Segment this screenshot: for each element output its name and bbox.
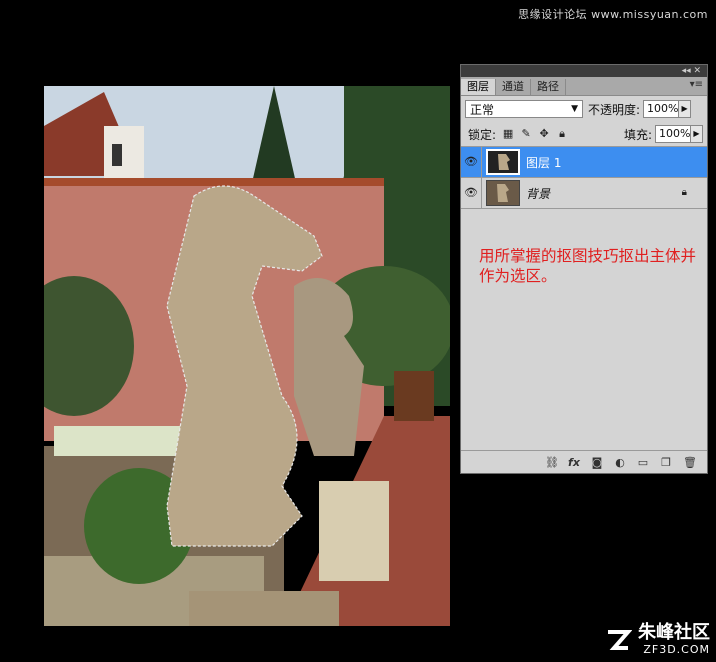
opacity-input[interactable]: 100% (643, 100, 680, 118)
layer-thumbnail (486, 149, 520, 175)
layer-row-background[interactable]: 👁︎ 背景 🔒︎ (461, 178, 707, 209)
brush-icon[interactable]: ✎ (520, 128, 532, 140)
tab-paths[interactable]: 路径 (531, 79, 566, 95)
layer-name[interactable]: 图层 1 (526, 154, 561, 171)
layer-name[interactable]: 背景 (526, 185, 550, 202)
photo-illustration (44, 86, 450, 626)
folder-icon[interactable]: ▭ (637, 456, 649, 469)
layer-thumbnail (486, 180, 520, 206)
watermark-en: ZF3D.COM (643, 643, 710, 656)
watermark-cn: 朱峰社区 (638, 622, 710, 643)
lock-label: 锁定: (468, 127, 497, 142)
fill-input[interactable]: 100% (655, 125, 691, 143)
canvas-photo[interactable] (44, 86, 450, 626)
link-icon[interactable]: ⛓ (545, 456, 559, 469)
layers-panel[interactable]: ◂◂ ✕ 图层 通道 路径 ▾≡ 正常 ▼ 不透明度: 100% ▶ 锁定: ▦… (460, 64, 708, 474)
fx-icon[interactable]: fx (568, 456, 580, 469)
new-layer-icon[interactable]: ❐ (660, 456, 672, 469)
panel-titlebar[interactable]: ◂◂ ✕ (461, 65, 707, 77)
panel-bottom-toolbar: ⛓ fx ◙ ◐ ▭ ❐ 🗑︎ (461, 450, 707, 473)
layer-row-1[interactable]: 👁︎ 图层 1 (461, 147, 707, 178)
zf3d-logo-icon (608, 629, 632, 650)
trash-icon[interactable]: 🗑︎ (683, 456, 697, 469)
collapse-icon[interactable]: ◂◂ ✕ (682, 66, 701, 76)
lock-fill-row: 锁定: ▦ ✎ ✥ 🔒︎ 填充: 100% ▶ (461, 122, 707, 147)
opacity-slider-toggle[interactable]: ▶ (679, 100, 692, 118)
watermark-bottom: 朱峰社区 ZF3D.COM (604, 623, 710, 656)
eye-icon[interactable]: 👁︎ (461, 178, 482, 208)
adjustment-icon[interactable]: ◐ (614, 456, 626, 469)
panel-tabbar: 图层 通道 路径 ▾≡ (461, 77, 707, 96)
blend-mode-select[interactable]: 正常 ▼ (465, 100, 583, 118)
tab-layers[interactable]: 图层 (461, 79, 496, 95)
instruction-text: 用所掌握的抠图技巧抠出主体并作为选区。 (479, 247, 697, 285)
lock-icon[interactable]: 🔒︎ (556, 128, 568, 140)
blend-opacity-row: 正常 ▼ 不透明度: 100% ▶ (461, 96, 707, 122)
opacity-label: 不透明度: (588, 102, 641, 117)
lock-transparent-icon[interactable]: ▦ (502, 128, 514, 140)
fill-label: 填充: (623, 127, 652, 142)
chevron-down-icon: ▼ (571, 104, 578, 114)
move-icon[interactable]: ✥ (538, 128, 550, 140)
mask-icon[interactable]: ◙ (591, 456, 603, 469)
blend-mode-value: 正常 (470, 102, 495, 117)
watermark-top: 思缘设计论坛 www.missyuan.com (518, 8, 708, 21)
panel-menu-icon[interactable]: ▾≡ (690, 79, 703, 90)
fill-slider-toggle[interactable]: ▶ (691, 125, 703, 143)
tab-channels[interactable]: 通道 (496, 79, 531, 95)
eye-icon[interactable]: 👁︎ (461, 147, 482, 177)
layer-lock-icon: 🔒︎ (681, 187, 687, 198)
